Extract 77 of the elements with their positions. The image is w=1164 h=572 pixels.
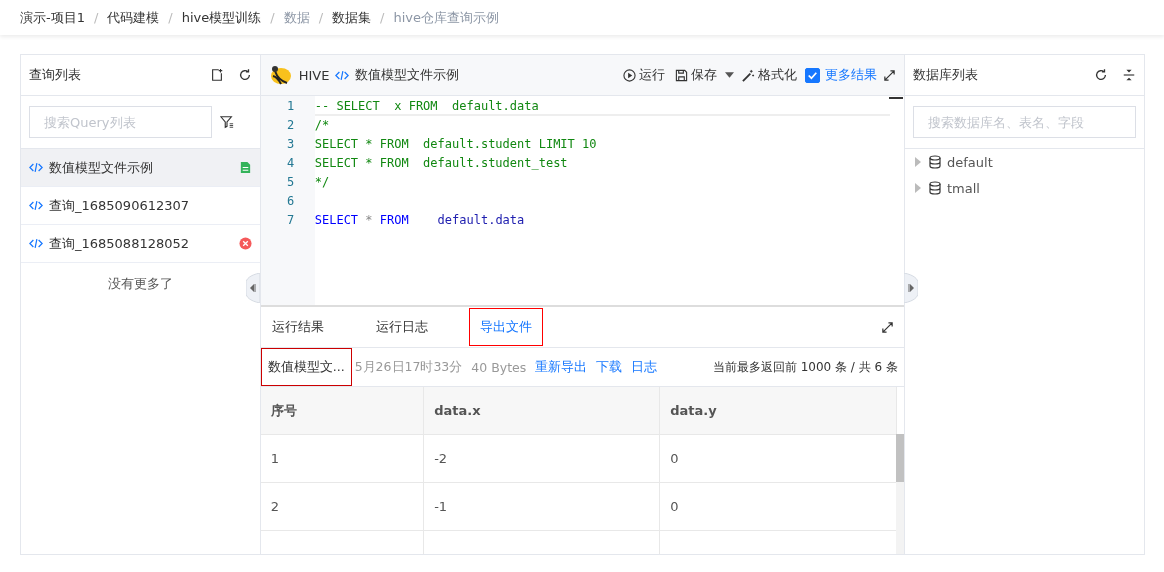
result-tab[interactable]: 导出文件	[468, 308, 543, 346]
code-icon	[335, 69, 350, 81]
refresh-icon[interactable]	[237, 68, 252, 82]
line-number: 3	[286, 136, 296, 153]
scrollbar-thumb[interactable]	[896, 434, 904, 482]
query-item[interactable]: 数值模型文件示例	[21, 149, 260, 187]
database-icon	[929, 155, 941, 169]
code-line: SELECT * FROM default.data	[314, 213, 525, 227]
play-icon	[623, 68, 636, 82]
code-icon	[29, 162, 43, 173]
panel-title: 数据库列表	[913, 66, 979, 84]
list-footer-text: 没有更多了	[106, 275, 174, 293]
engine-label: HIVE	[298, 67, 330, 83]
column-header: data.x	[423, 387, 660, 435]
search-field[interactable]: 搜索数据库名、表名、字段	[913, 106, 1136, 138]
code-icon	[29, 238, 43, 249]
run-button[interactable]: 运行	[621, 66, 667, 84]
breadcrumb-separator: /	[168, 10, 173, 25]
column-header: data.y	[659, 387, 897, 435]
collapse-all-icon[interactable]	[1122, 68, 1136, 82]
file-title: 数值模型文件示例	[355, 66, 460, 84]
table-cell: -2	[423, 434, 660, 483]
line-number: 6	[286, 193, 296, 210]
export-action-link[interactable]: 重新导出	[535, 358, 588, 376]
export-file-name: 数值模型文...	[260, 348, 352, 386]
breadcrumb-separator: /	[270, 10, 275, 25]
breadcrumb-link[interactable]: 代码建模	[107, 8, 160, 27]
save-button[interactable]: 保存	[673, 66, 719, 84]
table-cell: -1	[423, 482, 660, 531]
database-icon	[929, 181, 941, 195]
breadcrumb-link[interactable]: 数据集	[332, 8, 372, 27]
table-cell: 1	[260, 434, 424, 483]
table-cell: 2	[260, 482, 424, 531]
tree-item[interactable]: default	[905, 149, 1144, 175]
query-item[interactable]: 查询_1685090612307	[21, 187, 260, 225]
breadcrumb-separator: /	[318, 10, 324, 25]
result-summary: 当前最多返回前 1000 条 / 共 6 条	[712, 358, 898, 376]
refresh-icon[interactable]	[1094, 68, 1108, 82]
breadcrumb-separator: /	[380, 10, 385, 25]
result-tab[interactable]: 运行日志	[364, 308, 439, 346]
file-size: 40 Bytes	[471, 359, 527, 375]
code-line: SELECT * FROM default.student LIMIT 10	[314, 137, 597, 151]
export-action-link[interactable]: 下载	[596, 358, 623, 376]
caret-icon[interactable]	[725, 72, 734, 78]
breadcrumb-separator: /	[93, 10, 99, 25]
new-file-icon[interactable]	[209, 68, 224, 82]
line-number: 1	[286, 98, 296, 115]
collapse-handle-icon[interactable]	[904, 273, 918, 303]
search-field[interactable]: 搜索Query列表	[29, 106, 212, 138]
panel-title: 查询列表	[29, 66, 82, 84]
expand-icon[interactable]	[881, 320, 894, 334]
result-tab[interactable]: 运行结果	[260, 308, 335, 346]
query-item[interactable]: 查询_1685088128052	[21, 225, 260, 263]
line-number: 5	[286, 174, 296, 191]
code-line: -- SELECT x FROM default.data	[314, 99, 539, 113]
line-number: 2	[286, 117, 296, 134]
bee-logo-icon	[268, 63, 293, 87]
expand-icon[interactable]	[883, 68, 896, 82]
more-results-checkbox[interactable]: 更多结果	[805, 66, 877, 84]
collapse-handle-icon[interactable]	[245, 273, 260, 303]
code-icon	[29, 200, 43, 211]
breadcrumb-link[interactable]: 演示-项目1	[20, 8, 85, 27]
line-number: 7	[286, 212, 296, 229]
code-line: SELECT * FROM default.student_test	[314, 156, 568, 170]
format-button[interactable]: 格式化	[740, 66, 799, 84]
document-icon	[238, 161, 252, 174]
breadcrumb-link[interactable]: hive模型训练	[181, 8, 262, 27]
export-time: 5月26日17时33分	[354, 358, 463, 376]
error-icon	[238, 237, 252, 250]
line-number: 4	[286, 155, 296, 172]
column-header: 序号	[260, 387, 424, 435]
code-line: /*	[314, 118, 330, 132]
code-line: */	[314, 175, 330, 189]
tree-item[interactable]: tmall	[905, 175, 1144, 201]
export-action-link[interactable]: 日志	[631, 358, 658, 376]
filter-icon[interactable]	[220, 115, 234, 129]
magic-wand-icon	[742, 68, 755, 82]
